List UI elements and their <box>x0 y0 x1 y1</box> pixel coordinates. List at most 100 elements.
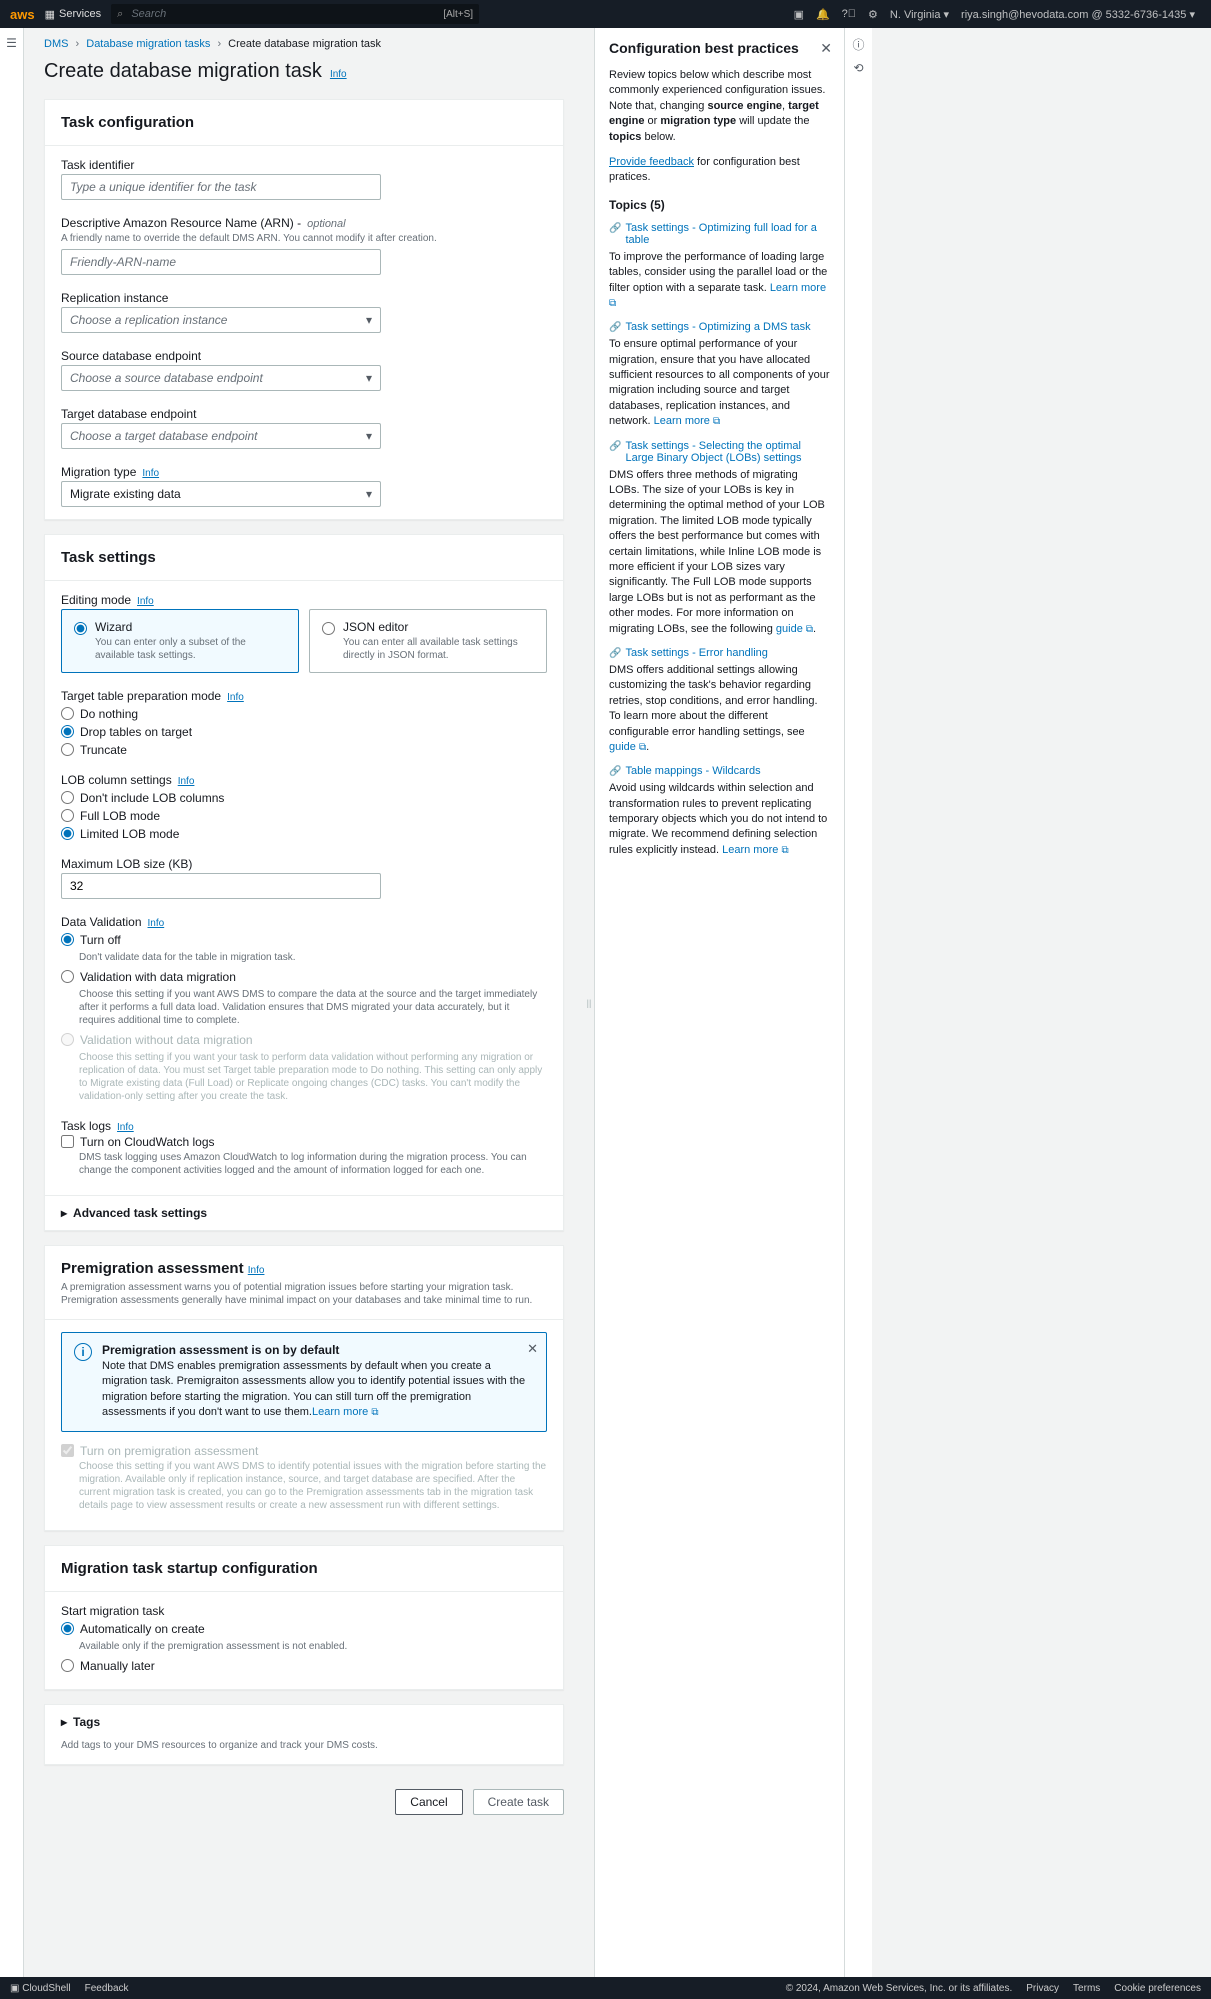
learn-more-link[interactable]: guide <box>776 623 803 635</box>
cookie-link[interactable]: Cookie preferences <box>1114 1983 1201 1994</box>
validation-with-migration-radio[interactable] <box>61 970 74 983</box>
topic-link[interactable]: Task settings - Optimizing a DMS task <box>625 321 810 333</box>
table-prep-drop-radio[interactable] <box>61 725 74 738</box>
lob-limited-radio[interactable] <box>61 827 74 840</box>
start-manual-radio[interactable] <box>61 1659 74 1672</box>
settings-icon[interactable]: ⚙ <box>868 8 878 21</box>
services-menu[interactable]: ▦ Services <box>45 8 102 21</box>
tile-desc: You can enter all available task setting… <box>343 636 534 662</box>
validation-label: Data Validation Info <box>61 915 547 929</box>
start-task-label: Start migration task <box>61 1604 547 1618</box>
radio-label: Do nothing <box>80 707 138 721</box>
check-desc: Choose this setting if you want AWS DMS … <box>79 1460 547 1512</box>
info-link[interactable]: Info <box>227 692 244 703</box>
task-identifier-input[interactable] <box>61 174 381 200</box>
target-endpoint-label: Target database endpoint <box>61 407 547 421</box>
check-desc: DMS task logging uses Amazon CloudWatch … <box>79 1151 547 1177</box>
search-input[interactable] <box>123 1 443 27</box>
breadcrumb-tasks[interactable]: Database migration tasks <box>86 38 210 50</box>
feedback-link[interactable]: Feedback <box>85 1983 129 1994</box>
arn-label: Descriptive Amazon Resource Name (ARN) -… <box>61 216 547 230</box>
radio-desc: Choose this setting if you want AWS DMS … <box>79 988 547 1027</box>
learn-more-link[interactable]: Learn more <box>722 844 778 856</box>
provide-feedback-link[interactable]: Provide feedback <box>609 156 694 168</box>
info-icon[interactable]: ⓘ <box>852 36 864 53</box>
start-auto-radio[interactable] <box>61 1622 74 1635</box>
editing-mode-wizard-radio[interactable] <box>74 622 87 635</box>
help-intro: Review topics below which describe most … <box>609 68 830 145</box>
notifications-icon[interactable]: 🔔 <box>816 8 830 21</box>
editing-mode-json-tile[interactable]: JSON editorYou can enter all available t… <box>309 609 547 673</box>
topics-heading: Topics (5) <box>609 198 830 212</box>
link-icon: 🔗 <box>609 322 621 333</box>
panel-resizer[interactable]: || <box>584 28 594 1977</box>
chevron-down-icon: ▾ <box>366 429 372 443</box>
terms-link[interactable]: Terms <box>1073 1983 1100 1994</box>
info-link[interactable]: Info <box>142 468 159 479</box>
startup-panel: Migration task startup configuration Sta… <box>44 1545 564 1690</box>
create-task-button[interactable]: Create task <box>473 1789 564 1815</box>
search-box[interactable]: ⌕ [Alt+S] <box>111 4 479 24</box>
replication-instance-select[interactable]: Choose a replication instance▾ <box>61 307 381 333</box>
topic-link[interactable]: Task settings - Selecting the optimal La… <box>625 440 830 464</box>
topic-body: Avoid using wildcards within selection a… <box>609 781 830 858</box>
radio-label: Validation without data migration <box>80 1033 253 1047</box>
lob-full-radio[interactable] <box>61 809 74 822</box>
info-link[interactable]: Info <box>248 1265 265 1276</box>
table-prep-do-nothing-radio[interactable] <box>61 707 74 720</box>
topic-link[interactable]: Table mappings - Wildcards <box>625 765 760 777</box>
info-icon: i <box>74 1343 92 1361</box>
account-menu[interactable]: riya.singh@hevodata.com @ 5332-6736-1435… <box>961 8 1195 21</box>
validation-without-migration-radio <box>61 1033 74 1046</box>
info-link[interactable]: Info <box>148 918 165 929</box>
privacy-link[interactable]: Privacy <box>1026 1983 1059 1994</box>
alert-close-icon[interactable]: ✕ <box>527 1341 538 1357</box>
premigration-panel: Premigration assessment Info A premigrat… <box>44 1245 564 1531</box>
advanced-settings-toggle[interactable]: ▸Advanced task settings <box>45 1195 563 1230</box>
info-link[interactable]: Info <box>178 776 195 787</box>
source-endpoint-select[interactable]: Choose a source database endpoint▾ <box>61 365 381 391</box>
target-endpoint-select[interactable]: Choose a target database endpoint▾ <box>61 423 381 449</box>
learn-more-link[interactable]: guide <box>609 741 636 753</box>
info-link[interactable]: Info <box>137 596 154 607</box>
region-selector[interactable]: N. Virginia ▾ <box>890 8 949 21</box>
learn-more-link[interactable]: Learn more <box>770 282 826 294</box>
topic-link[interactable]: Task settings - Error handling <box>625 647 767 659</box>
refresh-icon[interactable]: ⟲ <box>853 61 863 75</box>
topic-body: To ensure optimal performance of your mi… <box>609 337 830 429</box>
side-nav-toggle[interactable]: ☰ <box>0 28 24 1977</box>
task-settings-panel: Task settings Editing mode Info WizardYo… <box>44 534 564 1231</box>
tags-toggle[interactable]: ▸Tags <box>45 1705 563 1739</box>
radio-label: Automatically on create <box>80 1622 205 1636</box>
lob-none-radio[interactable] <box>61 791 74 804</box>
info-link[interactable]: Info <box>117 1122 134 1133</box>
cloudshell-link[interactable]: ▣ CloudShell <box>10 1983 71 1994</box>
help-icon[interactable]: ?⃝ <box>842 8 856 20</box>
editing-mode-wizard-tile[interactable]: WizardYou can enter only a subset of the… <box>61 609 299 673</box>
arn-input[interactable] <box>61 249 381 275</box>
right-tools-rail: ⓘ ⟲ <box>844 28 872 1977</box>
footer: ▣ CloudShell Feedback © 2024, Amazon Web… <box>0 1977 1211 1999</box>
breadcrumb-dms[interactable]: DMS <box>44 38 68 50</box>
aws-logo[interactable]: aws <box>10 7 35 22</box>
radio-label: Full LOB mode <box>80 809 160 823</box>
learn-more-link[interactable]: Learn more <box>654 415 710 427</box>
cloudshell-icon[interactable]: ▣ <box>794 8 804 21</box>
panel-heading: Task configuration <box>45 100 563 146</box>
chevron-right-icon: › <box>217 38 221 50</box>
editing-mode-json-radio[interactable] <box>322 622 335 635</box>
topic-link[interactable]: Task settings - Optimizing full load for… <box>625 222 830 246</box>
chevron-right-icon: › <box>76 38 80 50</box>
validation-off-radio[interactable] <box>61 933 74 946</box>
radio-label: Drop tables on target <box>80 725 192 739</box>
help-close-icon[interactable]: ✕ <box>820 40 832 57</box>
arn-description: A friendly name to override the default … <box>61 232 547 245</box>
cancel-button[interactable]: Cancel <box>395 1789 462 1815</box>
info-link[interactable]: Info <box>330 69 347 80</box>
max-lob-input[interactable] <box>61 873 381 899</box>
radio-desc: Available only if the premigration asses… <box>79 1640 547 1653</box>
table-prep-truncate-radio[interactable] <box>61 743 74 756</box>
migration-type-select[interactable]: Migrate existing data▾ <box>61 481 381 507</box>
learn-more-link[interactable]: Learn more <box>312 1406 368 1418</box>
cloudwatch-logs-checkbox[interactable] <box>61 1135 74 1148</box>
